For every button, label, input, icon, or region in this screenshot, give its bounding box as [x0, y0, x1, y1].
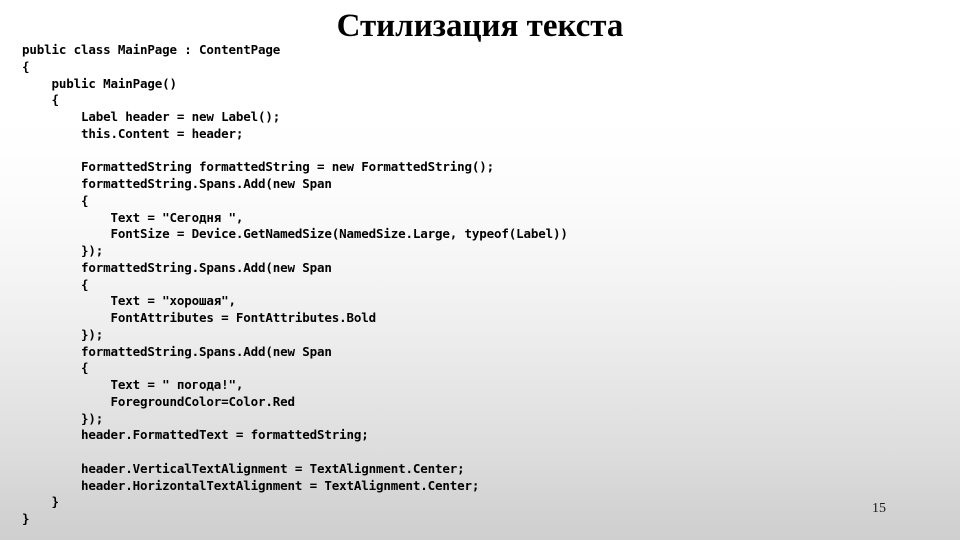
code-line: FormattedString formattedString = new Fo… — [22, 159, 495, 175]
code-line: { — [22, 360, 89, 376]
code-line: } — [22, 511, 30, 526]
code-line: FontAttributes = FontAttributes.Bold — [22, 310, 377, 325]
code-line: header.FormattedText = formattedString; — [22, 427, 369, 443]
code-line: Text = "хорошая", — [22, 293, 237, 309]
code-line: }); — [22, 326, 104, 342]
presentation-slide: Стилизация текста public class MainPage … — [0, 0, 960, 540]
code-line: { — [22, 276, 89, 292]
code-line: formattedString.Spans.Add(new Span — [22, 343, 332, 359]
page-title: Стилизация текста — [336, 8, 624, 44]
page-number: 15 — [872, 501, 886, 516]
code-line: formattedString.Spans.Add(new Span — [22, 176, 332, 191]
code-line: public MainPage() — [22, 75, 178, 91]
code-line: header.VerticalTextAlignment = TextAlign… — [22, 460, 465, 476]
code-line: { — [22, 58, 30, 74]
code-line: } — [22, 494, 60, 510]
code-line: header.HorizontalTextAlignment = TextAli… — [22, 477, 480, 493]
code-line: FontSize = Device.GetNamedSize(NamedSize… — [22, 226, 568, 242]
code-line: Text = " погода!", — [22, 377, 244, 392]
code-line: }); — [22, 243, 104, 258]
code-line: Label header = new Label(); — [22, 109, 281, 124]
code-line: formattedString.Spans.Add(new Span — [22, 259, 332, 275]
code-line: { — [22, 92, 60, 108]
code-block: public class MainPage : ContentPage{ pub… — [22, 42, 937, 528]
code-line: }); — [22, 410, 104, 426]
code-line: this.Content = header; — [22, 125, 244, 141]
code-line: { — [22, 192, 89, 208]
code-line: public class MainPage : ContentPage — [22, 42, 281, 57]
code-line: ForegroundColor=Color.Red — [22, 393, 296, 409]
code-line: Text = "Сегодня ", — [22, 209, 244, 225]
